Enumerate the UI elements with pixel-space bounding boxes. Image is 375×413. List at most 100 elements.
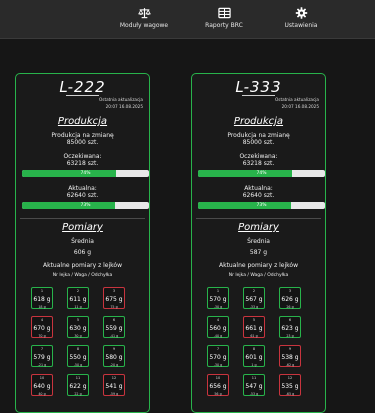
hopper-cell[interactable]: 5 630 g 30 g bbox=[67, 316, 89, 338]
expected-progress-text: 74% bbox=[256, 171, 267, 176]
hopper-deviation: 22 g bbox=[74, 392, 82, 396]
hopper-deviation: -21 g bbox=[37, 363, 47, 367]
hopper-weight: 611 g bbox=[69, 296, 87, 303]
hopper-deviation: 11 g bbox=[74, 305, 82, 309]
hopper-number: 8 bbox=[76, 347, 80, 351]
nav-label: Ustawienia bbox=[284, 22, 318, 29]
expected-label: Oczekiwana: bbox=[63, 153, 102, 160]
hopper-weight: 559 g bbox=[105, 325, 123, 332]
expected-progress-bar: 74% bbox=[198, 170, 325, 177]
hopper-weight: 550 g bbox=[69, 354, 87, 361]
hopper-weight: 626 g bbox=[281, 296, 299, 303]
hopper-weight: 580 g bbox=[105, 354, 123, 361]
hopper-number: 1 bbox=[216, 289, 220, 293]
hopper-deviation: 61 g bbox=[250, 334, 258, 338]
hopper-deviation: -41 g bbox=[109, 334, 119, 338]
measurements-title: Pomiary bbox=[62, 222, 103, 233]
hopper-number: 4 bbox=[40, 318, 44, 322]
last-update-time: 20:07 16.08.2025 bbox=[105, 104, 143, 109]
hopper-weight: 670 g bbox=[33, 325, 51, 332]
hopper-cell[interactable]: 12 541 g -59 g bbox=[103, 374, 125, 396]
hopper-number: 7 bbox=[40, 347, 44, 351]
hopper-number: 3 bbox=[112, 289, 116, 293]
actual-label: Aktualna: bbox=[244, 185, 273, 192]
hopper-cell[interactable]: 7 579 g -21 g bbox=[31, 345, 53, 367]
hopper-cell[interactable]: 8 601 g 1 g bbox=[243, 345, 265, 367]
top-navigation: Moduły wagowe Raporty BRC Ustawienia bbox=[0, 0, 375, 39]
hopper-weight: 570 g bbox=[209, 354, 227, 361]
shift-production-label: Produkcja na zmianę bbox=[51, 132, 114, 139]
hopper-weight: 640 g bbox=[33, 383, 51, 390]
expected-progress-text: 74% bbox=[80, 171, 91, 176]
hopper-cell[interactable]: 3 626 g 26 g bbox=[279, 287, 301, 309]
hopper-cell[interactable]: 10 640 g 40 g bbox=[31, 374, 53, 396]
hopper-number: 10 bbox=[215, 376, 221, 380]
hopper-cell[interactable]: 8 550 g -50 g bbox=[67, 345, 89, 367]
hopper-cell[interactable]: 4 670 g 70 g bbox=[31, 316, 53, 338]
hopper-cell[interactable]: 2 567 g -33 g bbox=[243, 287, 265, 309]
hopper-cell[interactable]: 1 618 g 18 g bbox=[31, 287, 53, 309]
last-update-label: Ostatnia aktualizacja bbox=[98, 97, 143, 102]
hopper-deviation: -20 g bbox=[109, 363, 119, 367]
title-underline bbox=[66, 95, 99, 96]
hopper-weight: 570 g bbox=[209, 296, 227, 303]
hopper-weight: 622 g bbox=[69, 383, 87, 390]
hopper-deviation: -40 g bbox=[213, 334, 223, 338]
hopper-number: 5 bbox=[76, 318, 80, 322]
hopper-cell[interactable]: 3 675 g 75 g bbox=[103, 287, 125, 309]
hopper-number: 10 bbox=[39, 376, 45, 380]
average-label: Średnia bbox=[247, 238, 270, 245]
hopper-number: 6 bbox=[288, 318, 292, 322]
hopper-number: 2 bbox=[76, 289, 80, 293]
hopper-cell[interactable]: 10 656 g 56 g bbox=[207, 374, 229, 396]
hopper-weight: 567 g bbox=[245, 296, 263, 303]
hopper-deviation: 30 g bbox=[74, 334, 82, 338]
nav-settings[interactable]: Ustawienia bbox=[271, 7, 331, 29]
hopper-cell[interactable]: 6 623 g 23 g bbox=[279, 316, 301, 338]
shift-production-label: Produkcja na zmianę bbox=[227, 132, 290, 139]
hopper-legend: Nr lejka / Waga / Odchyłka bbox=[228, 273, 289, 278]
hopper-cell[interactable]: 1 570 g -30 g bbox=[207, 287, 229, 309]
hopper-cell[interactable]: 11 547 g -53 g bbox=[243, 374, 265, 396]
hopper-cell[interactable]: 2 611 g 11 g bbox=[67, 287, 89, 309]
hopper-deviation: -59 g bbox=[109, 392, 119, 396]
section-divider bbox=[20, 218, 145, 219]
hopper-weight: 656 g bbox=[209, 383, 227, 390]
hopper-deviation: 75 g bbox=[110, 305, 118, 309]
hopper-weight: 560 g bbox=[209, 325, 227, 332]
hopper-number: 7 bbox=[216, 347, 220, 351]
hopper-weight: 675 g bbox=[105, 296, 123, 303]
hopper-cell[interactable]: 4 560 g -40 g bbox=[207, 316, 229, 338]
hopper-weight: 623 g bbox=[281, 325, 299, 332]
hopper-weight: 535 g bbox=[281, 383, 299, 390]
hopper-number: 4 bbox=[216, 318, 220, 322]
hopper-weight: 601 g bbox=[245, 354, 263, 361]
nav-label: Raporty BRC bbox=[205, 22, 243, 29]
hopper-cell[interactable]: 11 622 g 22 g bbox=[67, 374, 89, 396]
hopper-cell[interactable]: 9 538 g -62 g bbox=[279, 345, 301, 367]
hopper-number: 9 bbox=[288, 347, 292, 351]
expected-label: Oczekiwana: bbox=[239, 153, 278, 160]
hopper-cell[interactable]: 7 570 g -30 g bbox=[207, 345, 229, 367]
expected-value: 63218 szt. bbox=[66, 160, 99, 167]
hopper-legend: Nr lejka / Waga / Odchyłka bbox=[52, 273, 113, 278]
table-icon bbox=[217, 7, 231, 19]
hopper-deviation: -62 g bbox=[285, 363, 295, 367]
hopper-cell[interactable]: 6 559 g -41 g bbox=[103, 316, 125, 338]
actual-progress-bar: 73% bbox=[22, 202, 149, 209]
nav-label: Moduły wagowe bbox=[119, 22, 169, 29]
nav-brc-reports[interactable]: Raporty BRC bbox=[194, 7, 254, 29]
average-label: Średnia bbox=[71, 238, 94, 245]
hopper-cell[interactable]: 12 535 g -65 g bbox=[279, 374, 301, 396]
line-title: L-333 bbox=[235, 78, 282, 96]
last-update-time: 20:07 16.08.2025 bbox=[281, 104, 319, 109]
nav-scale-modules[interactable]: Moduły wagowe bbox=[114, 7, 174, 29]
last-update-label: Ostatnia aktualizacja bbox=[274, 97, 319, 102]
actual-value: 62640 szt. bbox=[242, 192, 275, 199]
hopper-cell[interactable]: 5 661 g 61 g bbox=[243, 316, 265, 338]
hopper-deviation: 40 g bbox=[38, 392, 46, 396]
scale-icon bbox=[137, 8, 151, 19]
hopper-cell[interactable]: 9 580 g -20 g bbox=[103, 345, 125, 367]
recent-measurements-label: Aktualne pomiary z lejków bbox=[219, 262, 298, 269]
hopper-deviation: -30 g bbox=[213, 305, 223, 309]
